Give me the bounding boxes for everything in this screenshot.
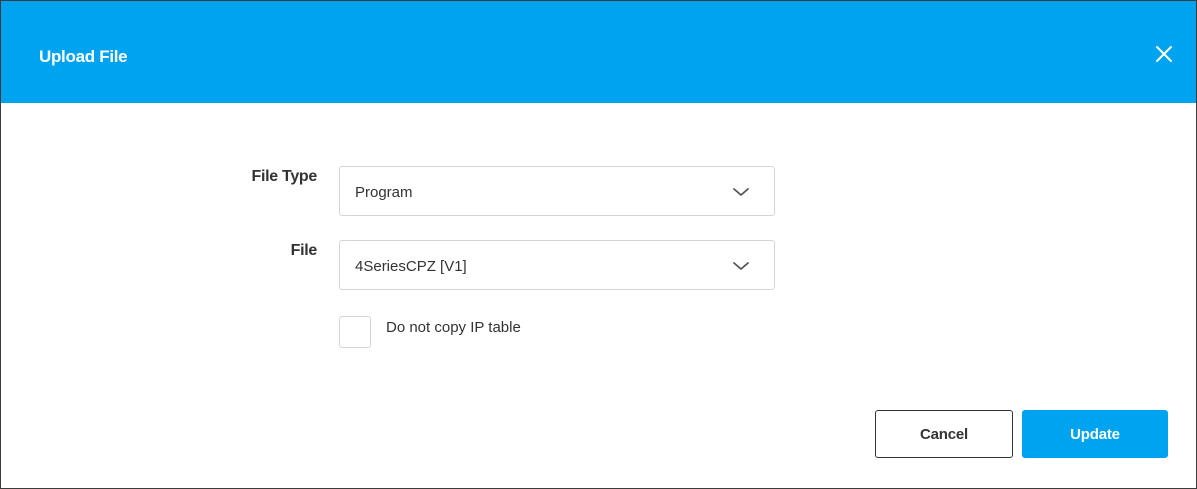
close-button[interactable]: [1152, 42, 1176, 66]
update-button[interactable]: Update: [1022, 410, 1168, 458]
file-type-label: File Type: [251, 168, 318, 185]
do-not-copy-ip-table-label: Do not copy IP table: [386, 319, 521, 336]
cancel-button[interactable]: Cancel: [875, 410, 1013, 458]
do-not-copy-ip-table-checkbox[interactable]: [339, 316, 371, 348]
dialog-header: Upload File: [1, 1, 1196, 103]
close-icon: [1156, 46, 1172, 62]
chevron-down-icon: [732, 185, 750, 203]
file-label: File: [290, 242, 318, 259]
file-select[interactable]: 4SeriesCPZ [V1]: [339, 240, 775, 290]
upload-file-dialog: Upload File File Type Program File 4Seri…: [0, 0, 1197, 489]
file-value: 4SeriesCPZ [V1]: [355, 258, 467, 275]
chevron-down-icon: [732, 259, 750, 277]
file-type-select[interactable]: Program: [339, 166, 775, 216]
file-type-value: Program: [355, 184, 413, 201]
dialog-title: Upload File: [39, 47, 128, 66]
